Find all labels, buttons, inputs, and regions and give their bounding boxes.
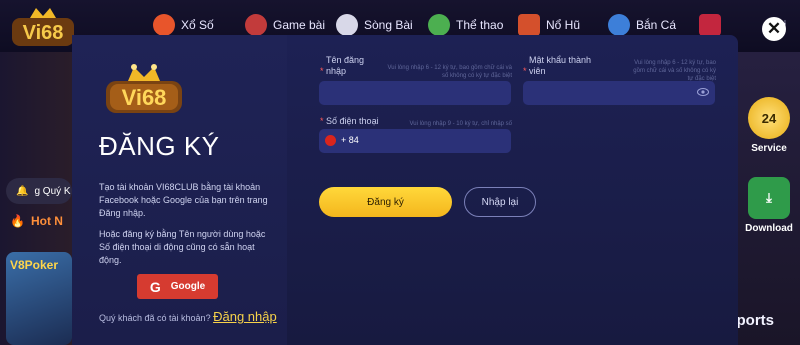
lottery-ball-icon [153,14,175,36]
register-description: Tạo tài khoản VI68CLUB bằng tài khoản Fa… [99,182,268,218]
bell-icon: 🔔 [16,185,29,197]
service-button[interactable]: 24 Service [742,97,796,154]
nav-item-sports[interactable]: Thể thao [428,14,503,36]
register-submit-button[interactable]: Đăng ký [319,187,452,217]
nav-item-casino[interactable]: Sòng Bài [336,14,413,36]
hot-section-label: 🔥 Hot N [10,214,63,228]
modal-title: ĐĂNG KÝ [99,131,220,161]
username-hint: Vui lòng nhập 6 - 12 ký tự, bao gồm chữ … [387,65,512,79]
password-input[interactable] [523,81,715,105]
vi68-logo: Vi68 [106,64,182,113]
vi68-logo-background[interactable]: Vi68 [8,6,78,50]
register-info-pane: Vi68 ĐĂNG KÝ Tạo tài khoản VI68CLUB bằng… [72,35,287,345]
login-link[interactable]: Đăng nhập [213,309,277,324]
vietnam-flag-icon [325,135,336,146]
nav-item-card-games[interactable]: Game bài [245,14,325,36]
country-code: + 84 [341,135,359,145]
fish-icon [608,14,630,36]
download-icon: ⤓ [748,177,790,219]
nav-item-fishing[interactable]: Bắn Cá [608,14,676,36]
cards-game-icon [245,14,267,36]
google-icon: G [149,278,161,295]
slot-jar-icon [518,14,540,36]
soccer-ball-icon [428,14,450,36]
clock-24h-icon: 24 [748,97,790,139]
phone-input[interactable]: + 84 [319,129,511,153]
download-button[interactable]: ⤓ Download [742,177,796,234]
nav-item-slots[interactable]: Nổ Hũ [518,14,580,36]
svg-text:Vi68: Vi68 [23,22,64,44]
phone-label: * Số điện thoại [320,116,379,126]
username-input[interactable] [319,81,511,105]
casino-icon [336,14,358,36]
gift-icon [699,14,721,36]
reset-button[interactable]: Nhập lại [464,187,536,217]
username-label: Tên đăng * nhập [320,55,365,76]
nav-item-lottery[interactable]: Xổ Số [153,14,214,36]
announcement-pill[interactable]: 🔔 g Quý K [6,178,72,204]
eye-icon[interactable] [697,86,709,98]
password-hint: Vui lòng nhập 6 - 12 ký tự, bao gồm chữ … [633,60,716,82]
phone-hint: Vui lòng nhập 9 - 10 ký tự, chỉ nhập số [409,121,512,127]
svg-text:Vi68: Vi68 [122,85,167,110]
register-alt-description: Hoặc đăng ký bằng Tên người dùng hoặc Số… [99,229,266,265]
register-modal: Vi68 ĐĂNG KÝ Tạo tài khoản VI68CLUB bằng… [72,35,738,345]
password-label: Mật khẩu thành * viên [523,55,592,76]
login-prompt: Quý khách đã có tài khoản? Đăng nhập [99,309,277,324]
close-icon[interactable]: ✕ [762,17,786,41]
fire-icon: 🔥 [10,214,25,228]
game-card-v8poker[interactable]: V8Poker [6,252,72,345]
google-signup-button[interactable]: G Google [137,274,218,299]
